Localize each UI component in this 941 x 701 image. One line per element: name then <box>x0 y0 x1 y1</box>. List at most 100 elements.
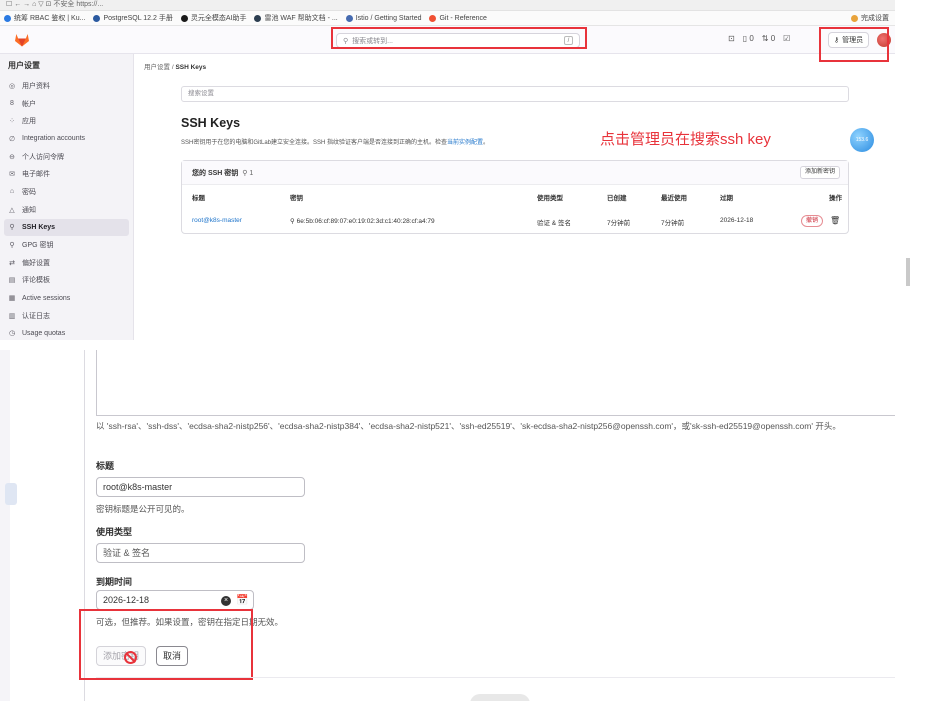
content-divider <box>84 350 85 701</box>
sidebar-item-profile[interactable]: ◎ 用户资料 <box>0 77 133 95</box>
sidebar-item-gpg-keys[interactable]: ⚲ GPG 密钥 <box>0 236 133 254</box>
revoke-button[interactable]: 撤销 <box>801 215 824 227</box>
expiry-field-help: 可选，但推荐。如果设置，密钥在指定日期无效。 <box>96 617 284 627</box>
bookmark-icon <box>429 14 437 22</box>
usage-type-label: 使用类型 <box>96 527 133 537</box>
sidebar-item-auth-log[interactable]: ▥ 认证日志 <box>0 307 133 325</box>
lock-icon: ⌂ <box>9 188 15 196</box>
todos-icon[interactable]: ☑ <box>783 34 790 43</box>
title-field[interactable]: root@k8s-master <box>96 477 305 497</box>
key-last-used: 7分钟前 <box>661 220 685 227</box>
admin-button-label: 管理员 <box>842 37 864 44</box>
sidebar-item-emails[interactable]: ✉ 电子邮件 <box>0 165 133 183</box>
footer-divider <box>96 677 895 678</box>
finish-setup-link[interactable]: 完成设置 <box>851 13 889 23</box>
sidebar-item-integration-accounts[interactable]: ∅ Integration accounts <box>0 130 133 148</box>
key-created: 7分钟前 <box>607 220 631 227</box>
column-header-title: 标题 <box>192 195 205 202</box>
bell-icon: △ <box>9 206 15 214</box>
not-allowed-icon <box>124 651 137 664</box>
sidebar-item-comment-templates[interactable]: ▤ 评论模板 <box>0 272 133 290</box>
breadcrumb-parent[interactable]: 用户设置 <box>144 64 170 71</box>
sidebar-item-notifications[interactable]: △ 通知 <box>0 201 133 219</box>
bookmark-item[interactable]: PostgreSQL 12.2 手册 <box>93 13 173 23</box>
finish-setup-icon <box>851 14 858 22</box>
bookmark-item[interactable]: Git - Reference <box>429 14 487 22</box>
sidebar-toggle-icon[interactable]: ⊡ <box>728 34 735 43</box>
floating-badge[interactable]: 153.6 <box>850 128 874 152</box>
key-icon: ⚲ <box>290 218 297 225</box>
trash-icon[interactable]: 🗑 <box>830 216 840 225</box>
key-icon: ⚲ <box>9 224 15 232</box>
page-description-text: SSH密钥用于在您的电脑和GitLab建立安全连接。SSH 指纹验证客户端是否连… <box>181 140 448 146</box>
bookmark-item[interactable]: Istio / Getting Started <box>345 14 421 22</box>
sidebar-item-usage-quotas[interactable]: ◷ Usage quotas <box>0 325 133 340</box>
sidebar-item-access-tokens[interactable]: ⊖ 个人访问令牌 <box>0 148 133 166</box>
calendar-icon[interactable]: 📅 <box>236 595 248 606</box>
key-fingerprint: ⚲ 6e:5b:06:cf:89:07:e0:19:02:3d:c1:40:28… <box>290 218 435 225</box>
bookmark-icon <box>4 14 11 22</box>
add-new-key-button[interactable]: 添加新密钥 <box>799 166 840 179</box>
token-icon: ⊖ <box>9 153 15 161</box>
breadcrumb-separator: / <box>171 64 174 71</box>
account-icon: 8 <box>10 100 14 108</box>
cancel-button[interactable]: 取消 <box>156 646 189 666</box>
sidebar-item-preferences[interactable]: ⇄ 偏好设置 <box>0 254 133 272</box>
usage-type-select[interactable]: 验证 & 签名 <box>96 543 305 563</box>
sidebar-item-account[interactable]: 8 帐户 <box>0 95 133 113</box>
key-expires: 2026-12-18 <box>720 217 754 224</box>
bookmark-item[interactable]: 统筹 RBAC 鉴权 | Ku... <box>4 13 85 23</box>
sidebar-item-ssh-keys[interactable]: ⚲ SSH Keys <box>4 218 129 237</box>
breadcrumb: 用户设置 / SSH Keys <box>144 61 206 71</box>
key-count: ⚲ 1 <box>242 170 254 177</box>
preferences-icon: ⇄ <box>9 259 15 267</box>
key-format-help: 以 'ssh-rsa'、'ssh-dss'、'ecdsa-sha2-nistp2… <box>96 421 841 431</box>
gitlab-logo-icon[interactable] <box>14 32 30 47</box>
settings-sidebar: 用户设置 ◎ 用户资料 8 帐户 ⁘ 应用 ∅ Integration accounts… <box>0 54 134 340</box>
column-header-usage: 使用类型 <box>537 195 563 202</box>
sidebar-item-password[interactable]: ⌂ 密码 <box>0 183 133 201</box>
left-sidebar-tab[interactable] <box>5 483 17 505</box>
bottom-shape <box>470 694 530 701</box>
bookmark-item[interactable]: 灵元全模态AI助手 <box>180 13 246 23</box>
bookmark-item[interactable]: 雷池 WAF 帮助文档 - ... <box>254 13 338 23</box>
clear-icon[interactable]: × <box>221 596 231 606</box>
merge-requests-icon[interactable]: ⇅ 0 <box>762 34 775 43</box>
search-icon: ⚲ <box>343 37 349 45</box>
bookmark-icon <box>254 14 262 22</box>
admin-button[interactable]: ⚷ 管理员 <box>828 32 870 48</box>
monitor-icon: ▦ <box>8 295 16 303</box>
instance-config-link[interactable]: 当前实例配置 <box>447 140 483 146</box>
add-key-button[interactable]: 添加密钥 <box>96 646 147 666</box>
expiry-field-label: 到期时间 <box>96 577 133 587</box>
gitlab-ssh-keys-screenshot: ☐ ← → ⌂ ▽ ⊡ 不安全 https://... 统筹 RBAC 鉴权 |… <box>0 0 895 340</box>
avatar[interactable] <box>877 33 891 47</box>
column-header-actions: 操作 <box>829 195 842 202</box>
key-textarea[interactable] <box>96 350 895 416</box>
key-title-link[interactable]: root@k8s-master <box>192 217 242 224</box>
log-icon: ▥ <box>8 312 16 320</box>
profile-icon: ◎ <box>8 82 16 90</box>
divider-mark <box>906 258 910 286</box>
header-icons: ⊡ ▯ 0 ⇅ 0 ☑ <box>728 34 790 43</box>
applications-icon: ⁘ <box>9 118 15 126</box>
sidebar-title: 用户设置 <box>8 61 40 70</box>
title-field-help: 密钥标题是公开可见的。 <box>96 504 190 514</box>
key-usage: 验证 & 签名 <box>537 220 571 227</box>
quota-icon: ◷ <box>8 330 16 338</box>
browser-strip-text: ☐ ← → ⌂ ▽ ⊡ 不安全 https://... <box>6 1 104 8</box>
title-field-label: 标题 <box>96 461 115 471</box>
bookmarks-bar: 统筹 RBAC 鉴权 | Ku... PostgreSQL 12.2 手册 灵元… <box>0 11 895 26</box>
global-search-input[interactable]: ⚲ 搜索或转到... / <box>336 33 580 48</box>
key-icon: ⚲ <box>9 242 15 250</box>
column-header-expires: 过期 <box>720 195 733 202</box>
search-settings-input[interactable]: 搜索设置 <box>181 86 849 102</box>
bookmark-icon <box>345 14 353 22</box>
mail-icon: ✉ <box>9 171 15 179</box>
sidebar-item-applications[interactable]: ⁘ 应用 <box>0 112 133 130</box>
issues-icon[interactable]: ▯ 0 <box>743 34 754 43</box>
sidebar-item-active-sessions[interactable]: ▦ Active sessions <box>0 289 133 307</box>
gitlab-header: ⚲ 搜索或转到... / ⊡ ▯ 0 ⇅ 0 ☑ ⚷ 管理员 <box>0 26 895 54</box>
left-sidebar-strip <box>0 350 10 701</box>
ssh-keys-card-header: 您的 SSH 密钥 ⚲ 1 添加新密钥 <box>182 161 848 185</box>
